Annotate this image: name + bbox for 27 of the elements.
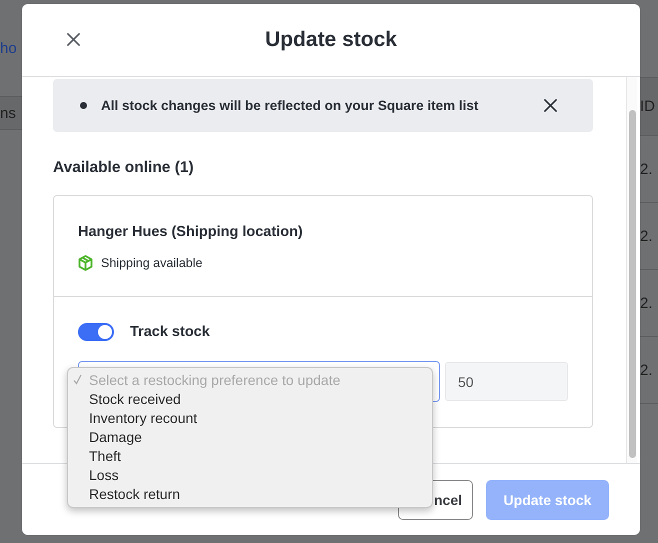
- quantity-field[interactable]: 50: [445, 362, 568, 401]
- location-name: Hanger Hues (Shipping location): [78, 224, 304, 240]
- notice-text: All stock changes will be reflected on your Square item list: [101, 98, 480, 113]
- menu-option[interactable]: Loss: [89, 466, 119, 482]
- section-title: Available online (1): [53, 159, 195, 177]
- close-icon[interactable]: [67, 33, 80, 46]
- menu-option: Select a restocking preference to update: [89, 372, 340, 388]
- menu-option[interactable]: Theft: [89, 448, 121, 464]
- close-icon[interactable]: [544, 99, 557, 112]
- menu-option[interactable]: Restock return: [89, 486, 180, 502]
- scrollbar-thumb[interactable]: [629, 110, 636, 458]
- column-header: ns: [0, 104, 16, 122]
- menu-option[interactable]: Damage: [89, 428, 142, 444]
- table-cell: 2.: [640, 228, 653, 244]
- table-cell: 2.: [640, 160, 653, 178]
- shipping-status: Shipping available: [101, 256, 202, 270]
- toggle-label: Track stock: [130, 324, 210, 340]
- column-header: ID: [640, 98, 655, 115]
- table-cell: 2.: [640, 294, 653, 312]
- table-cell: 2.: [640, 362, 653, 378]
- menu-option[interactable]: Inventory recount: [89, 410, 198, 426]
- dialog-title: Update stock: [265, 28, 397, 52]
- menu-option[interactable]: Stock received: [89, 390, 181, 406]
- toggle-switch[interactable]: [78, 323, 114, 341]
- box-icon: [78, 255, 93, 271]
- bullet-icon: [80, 102, 87, 109]
- check-icon: [73, 374, 82, 385]
